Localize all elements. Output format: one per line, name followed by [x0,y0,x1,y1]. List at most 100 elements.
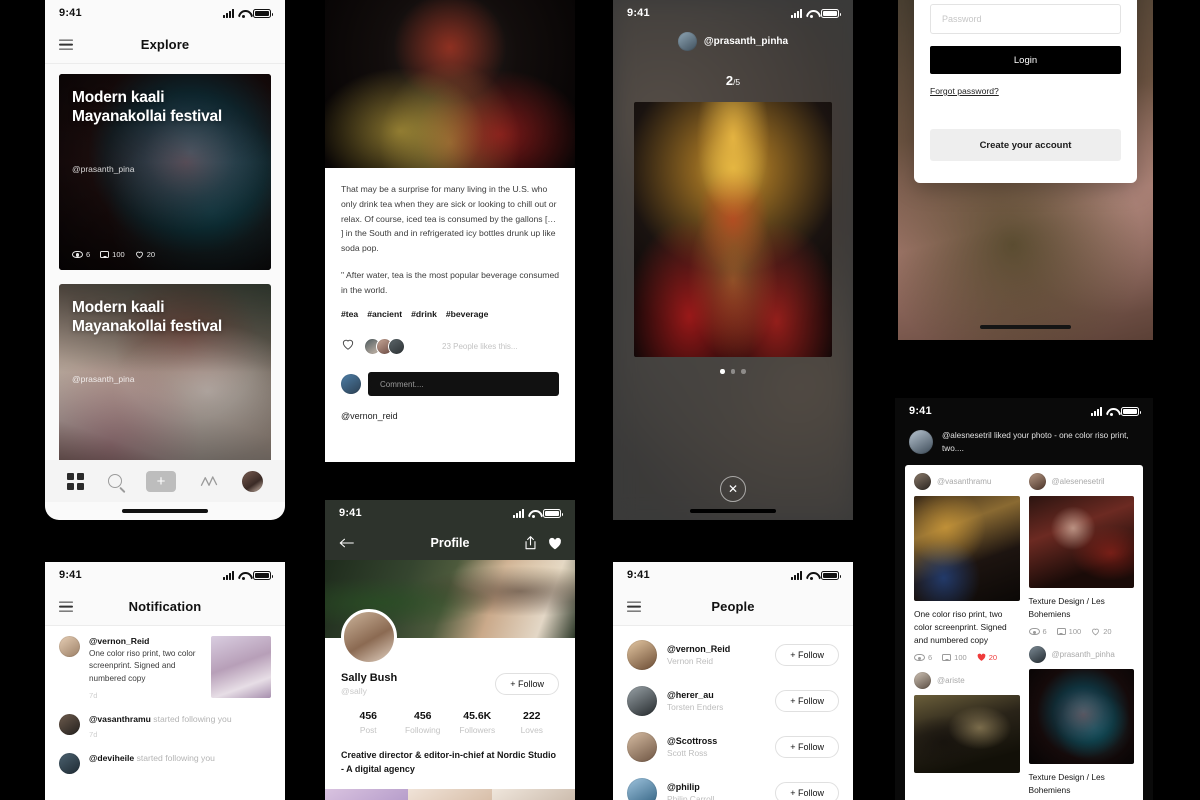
feed-notification-banner[interactable]: @alesnesetril liked your photo - one col… [895,424,1153,465]
tag-item[interactable]: #tea [341,309,358,319]
article-tags[interactable]: #tea #ancient #drink #beverage [341,309,559,319]
post-image[interactable] [914,695,1020,774]
home-indicator [898,318,1153,336]
post-header[interactable]: @vasanthramu [914,473,1020,491]
feed-grid[interactable]: @vasanthramu One color riso print, two c… [905,465,1143,800]
story-pagination-dots[interactable] [613,369,853,374]
story-photo[interactable] [634,102,832,357]
stat-loves[interactable]: 222 Loves [505,710,560,735]
notification-time: 7d [89,690,98,700]
password-placeholder: Password [942,14,982,24]
likes-stat[interactable]: 20 [1091,627,1112,636]
forgot-password-link[interactable]: Forgot password? [930,86,999,96]
battery-icon [253,570,273,580]
gallery-thumb[interactable] [491,788,575,800]
people-name: Torsten Enders [667,702,724,712]
comment-row[interactable]: Comment.... [341,372,559,397]
screen-login: vasanthramu Email Password Login Forgot … [898,0,1153,340]
dot-active[interactable] [720,369,725,374]
gallery-thumb[interactable] [325,788,409,800]
views-count: 6 [1042,627,1047,637]
likes-stat[interactable]: 20 [977,653,997,662]
like-button[interactable] [341,337,355,356]
tab-activity[interactable] [200,475,218,488]
people-row[interactable]: @vernon_Reid Vernon Reid + Follow [627,632,839,678]
close-button[interactable]: ✕ [720,476,746,502]
status-icons [513,508,563,518]
explore-card-list[interactable]: Modern kaali Mayanakollai festival @pras… [45,64,285,460]
post-image[interactable] [914,496,1020,602]
notification-item[interactable]: @vasanthramu started following you 7d [59,713,271,739]
create-account-button[interactable]: Create your account [930,129,1121,161]
arrow-left-icon[interactable] [339,538,354,549]
avatar [59,752,80,774]
screen-story-viewer: 9:41 @prasanth_pinha 2/5 ✕ [613,0,853,520]
story-header[interactable]: @prasanth_pinha [613,26,853,51]
story-author-avatar[interactable] [677,32,697,51]
people-row[interactable]: @herer_au Torsten Enders + Follow [627,678,839,724]
post-image[interactable] [1028,496,1134,589]
stat-label: Post [359,725,377,735]
people-row[interactable]: @Scottross Scott Ross + Follow [627,724,839,770]
follow-button[interactable]: + Follow [775,644,839,666]
notification-item[interactable]: @deviheile started following you [59,752,271,774]
signal-icon [513,508,524,518]
status-icons [791,570,841,580]
avatar [914,473,931,491]
post-author: @vasanthramu [937,477,992,487]
notification-list[interactable]: @vernon_Reid One color riso print, two c… [45,626,285,800]
notification-thumbnail[interactable] [211,636,271,698]
comment-input[interactable]: Comment.... [368,372,559,397]
stat-post[interactable]: 456 Post [341,710,396,735]
post-header[interactable]: @alesenesetril [1028,473,1135,491]
people-row[interactable]: @philip Philip Carroll + Follow [627,770,839,800]
post-image[interactable] [1028,669,1134,765]
tag-item[interactable]: #ancient [367,309,402,319]
tab-profile[interactable] [242,470,263,492]
hamburger-icon[interactable] [59,601,73,612]
password-field[interactable]: Password [930,4,1121,34]
follow-button[interactable]: + Follow [775,736,839,758]
tag-item[interactable]: #drink [411,309,437,319]
story-content: 9:41 @prasanth_pinha 2/5 ✕ [613,0,853,520]
notification-item[interactable]: @vernon_Reid One color riso print, two c… [59,636,271,700]
stat-followers[interactable]: 45.6K Followers [450,710,505,735]
notification-body: @vasanthramu started following you 7d [89,714,271,739]
follow-button[interactable]: + Follow [495,673,559,695]
profile-actions [524,536,562,550]
hamburger-icon[interactable] [627,601,641,612]
follow-button[interactable]: + Follow [775,690,839,712]
liker-facepile[interactable] [364,338,405,356]
bottom-tab-bar[interactable]: + [45,460,285,502]
people-list[interactable]: @vernon_Reid Vernon Reid + Follow @herer… [613,626,853,800]
signal-icon [223,570,234,580]
hamburger-icon[interactable] [59,39,73,50]
explore-card[interactable]: Modern kaali Mayanakollai festival @pras… [59,284,271,460]
follow-button[interactable]: + Follow [775,782,839,800]
profile-avatar[interactable] [341,609,397,665]
tab-search[interactable] [108,474,122,488]
add-icon: + [146,470,176,492]
status-icons [223,570,273,580]
share-icon[interactable] [524,536,537,550]
likes-summary: 23 People likes this... [442,342,518,352]
wifi-icon [1106,407,1117,416]
profile-gallery[interactable] [325,788,575,800]
page-title: Profile [430,536,470,550]
avatar [627,686,657,716]
dot[interactable] [730,369,736,374]
notification-user: @vasanthramu started following you [89,714,271,724]
stat-following[interactable]: 456 Following [396,710,451,735]
heart-filled-icon[interactable] [548,537,562,550]
tag-item[interactable]: #beverage [446,309,489,319]
login-button[interactable]: Login [930,46,1121,74]
explore-card[interactable]: Modern kaali Mayanakollai festival @pras… [59,74,271,270]
tab-add[interactable]: + [146,470,176,492]
post-header[interactable]: @prasanth_pinha [1028,646,1135,664]
dot[interactable] [741,369,746,374]
views-count: 6 [86,250,91,259]
tab-grid[interactable] [67,472,84,490]
gallery-thumb[interactable] [408,788,492,800]
post-header[interactable]: @ariste [914,672,1020,690]
people-handle: @vernon_Reid [667,644,731,654]
